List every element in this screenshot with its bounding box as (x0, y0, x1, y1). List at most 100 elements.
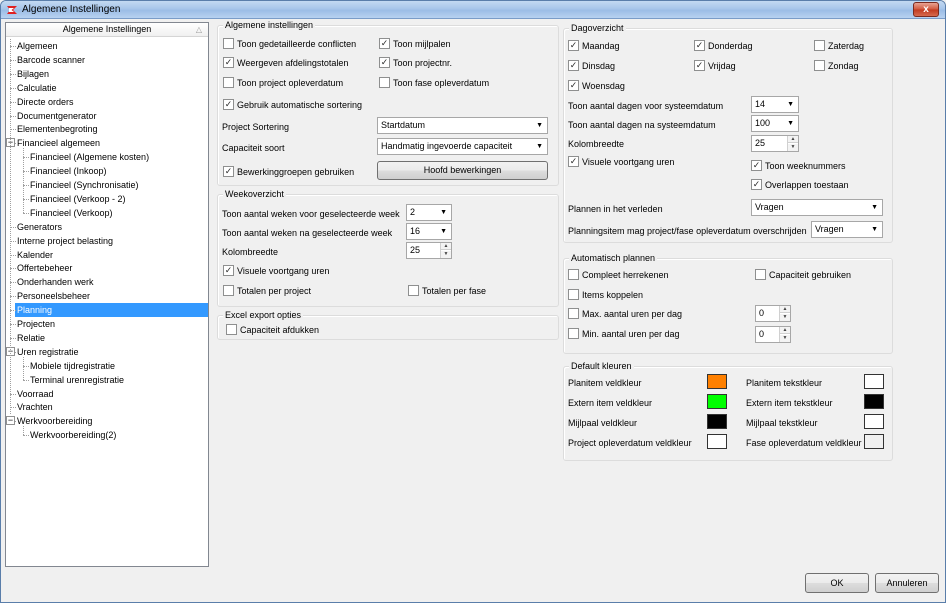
checkbox-box[interactable] (379, 57, 390, 69)
checkbox-box[interactable] (814, 40, 825, 52)
hoofd-bewerkingen-button[interactable]: Hoofd bewerkingen (377, 161, 548, 180)
spin-up-icon[interactable]: ▲ (780, 306, 790, 313)
extern-veldkleur-swatch[interactable] (707, 394, 727, 409)
checkbox-box[interactable] (223, 38, 234, 50)
checkbox-max-uren[interactable]: Max. aantal uren per dag (568, 308, 682, 321)
tree-item[interactable]: Calculatie (17, 81, 57, 95)
plannen-verleden-dropdown[interactable]: Vragen ▼ (751, 199, 883, 216)
checkbox-vrijdag[interactable]: Vrijdag (694, 60, 736, 73)
tree-item[interactable]: Elementenbegroting (17, 122, 98, 136)
checkbox-box[interactable] (379, 77, 390, 89)
project-opleverdatum-swatch[interactable] (707, 434, 727, 449)
close-button[interactable]: x (913, 2, 939, 17)
tree-item[interactable]: Bijlagen (17, 67, 49, 81)
annuleren-button[interactable]: Annuleren (875, 573, 939, 593)
tree-item[interactable]: Voorraad (17, 387, 54, 401)
checkbox-maandag[interactable]: Maandag (568, 40, 620, 53)
checkbox-box[interactable] (223, 166, 234, 178)
dagen-na-dropdown[interactable]: 100 ▼ (751, 115, 799, 132)
checkbox-box[interactable] (223, 285, 234, 297)
capaciteit-soort-dropdown[interactable]: Handmatig ingevoerde capaciteit ▼ (377, 138, 548, 155)
checkbox-conflicten[interactable]: Toon gedetailleerde conflicten (223, 38, 356, 51)
checkbox-overlappen[interactable]: Overlappen toestaan (751, 179, 849, 192)
tree-item[interactable]: Projecten (17, 317, 55, 331)
checkbox-dinsdag[interactable]: Dinsdag (568, 60, 615, 73)
checkbox-box[interactable] (568, 289, 579, 301)
checkbox-box[interactable] (568, 328, 579, 340)
tree-item[interactable]: Onderhanden werk (17, 275, 94, 289)
tree-item[interactable]: Vrachten (17, 400, 53, 414)
overschrijden-dropdown[interactable]: Vragen ▼ (811, 221, 883, 238)
tree-item[interactable]: Relatie (17, 331, 45, 345)
tree-item[interactable]: Directe orders (17, 95, 74, 109)
spin-down-icon[interactable]: ▼ (780, 314, 790, 321)
extern-tekstkleur-swatch[interactable] (864, 394, 884, 409)
checkbox-box[interactable] (568, 156, 579, 168)
checkbox-zaterdag[interactable]: Zaterdag (814, 40, 864, 53)
checkbox-box[interactable] (379, 38, 390, 50)
settings-tree[interactable]: Algemene Instellingen △ Algemeen Barcode … (5, 22, 209, 567)
checkbox-box[interactable] (408, 285, 419, 297)
spin-up-icon[interactable]: ▲ (788, 136, 798, 143)
tree-item[interactable]: Financieel (Synchronisatie) (30, 178, 139, 192)
tree-item[interactable]: Financieel (Verkoop - 2) (30, 192, 126, 206)
checkbox-box[interactable] (568, 80, 579, 92)
checkbox-totalen-project[interactable]: Totalen per project (223, 285, 311, 298)
tree-item[interactable]: Planning (15, 303, 208, 318)
tree-item[interactable]: Financieel algemeen (17, 136, 100, 150)
checkbox-totalen-fase[interactable]: Totalen per fase (408, 285, 486, 298)
spin-down-icon[interactable]: ▼ (441, 251, 451, 258)
checkbox-projectnr[interactable]: Toon projectnr. (379, 57, 452, 70)
checkbox-box[interactable] (694, 40, 705, 52)
collapse-icon[interactable]: − (6, 416, 15, 426)
tree-item[interactable]: Documentgenerator (17, 109, 97, 123)
checkbox-box[interactable] (226, 324, 237, 336)
tree-item[interactable]: Terminal urenregistratie (30, 373, 124, 387)
tree-header[interactable]: Algemene Instellingen △ (6, 23, 208, 37)
checkbox-box[interactable] (755, 269, 766, 281)
checkbox-week-voortgang[interactable]: Visuele voortgang uren (223, 265, 329, 278)
checkbox-capaciteit-gebruiken[interactable]: Capaciteit gebruiken (755, 269, 851, 282)
tree-item[interactable]: Offertebeheer (17, 261, 72, 275)
tree-item[interactable]: Mobiele tijdregistratie (30, 359, 115, 373)
tree-item[interactable]: Generators (17, 220, 62, 234)
checkbox-bewerkingsgroepen[interactable]: Bewerkinggroepen gebruiken (223, 166, 354, 179)
tree-item[interactable]: Financieel (Algemene kosten) (30, 150, 149, 164)
checkbox-afdelingstotalen[interactable]: Weergeven afdelingstotalen (223, 57, 348, 70)
checkbox-box[interactable] (223, 265, 234, 277)
checkbox-herrekenen[interactable]: Compleet herrekenen (568, 269, 669, 282)
weken-na-dropdown[interactable]: 16 ▼ (406, 223, 452, 240)
checkbox-project-opleverdatum[interactable]: Toon project opleverdatum (223, 77, 343, 90)
tree-item[interactable]: Personeelsbeheer (17, 289, 90, 303)
spin-up-icon[interactable]: ▲ (441, 243, 451, 250)
mijlpaal-tekstkleur-swatch[interactable] (864, 414, 884, 429)
checkbox-fase-opleverdatum[interactable]: Toon fase opleverdatum (379, 77, 489, 90)
project-sortering-dropdown[interactable]: Startdatum ▼ (377, 117, 548, 134)
dagen-voor-dropdown[interactable]: 14 ▼ (751, 96, 799, 113)
checkbox-items-koppelen[interactable]: Items koppelen (568, 289, 643, 302)
checkbox-box[interactable] (223, 99, 234, 111)
weken-voor-dropdown[interactable]: 2 ▼ (406, 204, 452, 221)
tree-item[interactable]: Interne project belasting (17, 234, 113, 248)
checkbox-box[interactable] (568, 60, 579, 72)
checkbox-weeknummers[interactable]: Toon weeknummers (751, 160, 846, 173)
checkbox-capaciteit-afdrukken[interactable]: Capaciteit afdukken (226, 324, 319, 337)
tree-item[interactable]: Financieel (Verkoop) (30, 206, 113, 220)
tree-item[interactable]: Uren registratie (17, 345, 79, 359)
week-kolombreedte-spinner[interactable]: 25 ▲ ▼ (406, 242, 452, 259)
spin-up-icon[interactable]: ▲ (780, 327, 790, 334)
planitem-veldkleur-swatch[interactable] (707, 374, 727, 389)
checkbox-box[interactable] (751, 160, 762, 172)
checkbox-box[interactable] (223, 77, 234, 89)
tree-item[interactable]: Werkvoorbereiding (17, 414, 92, 428)
tree-item[interactable]: Algemeen (17, 39, 58, 53)
checkbox-box[interactable] (814, 60, 825, 72)
tree-item[interactable]: Financieel (Inkoop) (30, 164, 107, 178)
checkbox-box[interactable] (223, 57, 234, 69)
checkbox-box[interactable] (568, 40, 579, 52)
checkbox-mijlpalen[interactable]: Toon mijlpalen (379, 38, 451, 51)
ok-button[interactable]: OK (805, 573, 869, 593)
checkbox-dag-voortgang[interactable]: Visuele voortgang uren (568, 156, 674, 169)
dag-kolombreedte-spinner[interactable]: 25 ▲ ▼ (751, 135, 799, 152)
checkbox-woensdag[interactable]: Woensdag (568, 80, 625, 93)
